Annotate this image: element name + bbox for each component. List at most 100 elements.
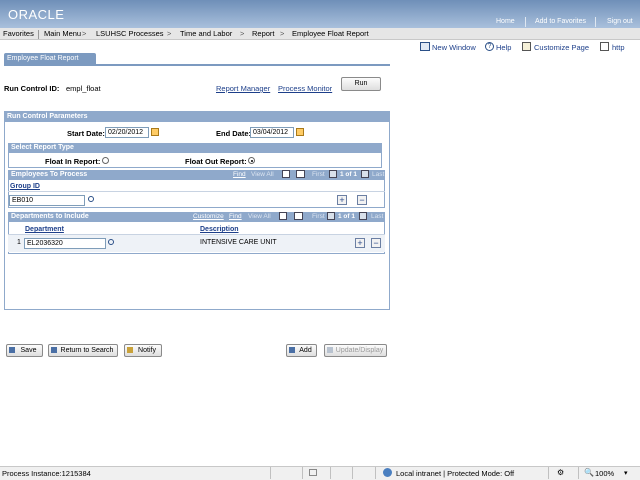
calendar-icon[interactable]: [296, 128, 304, 136]
run-control-label: Run Control ID:: [4, 84, 60, 93]
find-link[interactable]: Find: [233, 171, 246, 178]
group-id-column-header[interactable]: Group ID: [10, 183, 40, 190]
update-display-icon: [327, 347, 333, 353]
float-out-radio[interactable]: [248, 157, 255, 164]
oracle-logo: ORACLE: [8, 7, 65, 22]
run-control-parameters-panel: [4, 111, 390, 310]
view-all-link[interactable]: View All: [248, 213, 271, 220]
customize-page-icon[interactable]: [522, 42, 531, 51]
add-icon: [289, 347, 295, 353]
nav-arrow: >: [167, 29, 172, 38]
add-row-button[interactable]: +: [355, 238, 365, 248]
last-link[interactable]: Last: [372, 171, 384, 178]
last-link[interactable]: Last: [371, 213, 383, 220]
divider: [595, 17, 596, 27]
add-to-favorites-link[interactable]: Add to Favorites: [535, 18, 586, 25]
report-type-title: Select Report Type: [8, 143, 382, 153]
zoom-grid-icon[interactable]: [282, 170, 290, 178]
zoom-level[interactable]: 100%: [595, 469, 614, 478]
divider: [38, 30, 39, 39]
return-to-search-button[interactable]: Return to Search: [48, 344, 118, 357]
nav-time-and-labor[interactable]: Time and Labor: [180, 29, 232, 38]
previous-arrow-icon[interactable]: [329, 170, 337, 178]
row-count: 1 of 1: [340, 171, 357, 178]
page: ORACLE Home Add to Favorites Sign out Fa…: [0, 0, 640, 480]
first-link[interactable]: First: [312, 171, 325, 178]
globe-icon: [383, 468, 392, 477]
view-all-link[interactable]: View All: [251, 171, 274, 178]
lookup-search-icon[interactable]: [88, 196, 94, 202]
lookup-search-icon[interactable]: [108, 239, 114, 245]
divider: [548, 467, 549, 479]
nav-favorites[interactable]: Favorites: [3, 29, 34, 38]
notify-icon: [127, 347, 133, 353]
help-icon[interactable]: ?: [485, 42, 494, 51]
row-number: 1: [17, 239, 21, 246]
update-display-button[interactable]: Update/Display: [324, 344, 387, 357]
divider: [578, 467, 579, 479]
nav-report[interactable]: Report: [252, 29, 275, 38]
status-bar: [0, 466, 640, 480]
divider: [270, 467, 271, 479]
new-window-link[interactable]: New Window: [432, 43, 476, 52]
nav-arrow: >: [82, 29, 87, 38]
next-arrow-icon[interactable]: [361, 170, 369, 178]
add-row-button[interactable]: +: [337, 195, 347, 205]
nav-employee-float-report: Employee Float Report: [292, 29, 369, 38]
find-link[interactable]: Find: [229, 213, 242, 220]
nav-arrow: >: [280, 29, 285, 38]
nav-arrow: >: [240, 29, 245, 38]
start-date-input[interactable]: 02/20/2012: [105, 127, 149, 138]
float-in-radio[interactable]: [102, 157, 109, 164]
department-input[interactable]: EL2036320: [24, 238, 106, 249]
run-control-value: empl_float: [66, 84, 101, 93]
divider: [352, 467, 353, 479]
group-id-input[interactable]: EB010: [9, 195, 85, 206]
http-icon[interactable]: [600, 42, 609, 51]
report-manager-link[interactable]: Report Manager: [216, 84, 270, 93]
run-button[interactable]: Run: [341, 77, 381, 91]
department-description: INTENSIVE CARE UNIT: [200, 239, 277, 246]
customize-link[interactable]: Customize: [193, 213, 224, 220]
process-instance: Process Instance:1215384: [2, 469, 91, 478]
new-window-icon[interactable]: [420, 42, 430, 51]
department-column-header[interactable]: Department: [25, 226, 64, 233]
download-grid-icon[interactable]: [296, 170, 305, 178]
http-link[interactable]: http: [612, 43, 625, 52]
divider: [375, 467, 376, 479]
security-zone: Local intranet | Protected Mode: Off: [396, 469, 515, 478]
nav-main-menu[interactable]: Main Menu: [44, 29, 81, 38]
zoom-grid-icon[interactable]: [279, 212, 287, 220]
start-date-label: Start Date:: [67, 129, 105, 138]
process-monitor-link[interactable]: Process Monitor: [278, 84, 332, 93]
section-title: Run Control Parameters: [4, 111, 390, 122]
float-in-label: Float In Report:: [45, 157, 101, 166]
home-link[interactable]: Home: [496, 18, 515, 25]
page-icon: [309, 469, 317, 476]
end-date-input[interactable]: 03/04/2012: [250, 127, 294, 138]
delete-row-button[interactable]: −: [371, 238, 381, 248]
previous-arrow-icon[interactable]: [327, 212, 335, 220]
save-icon: [9, 347, 15, 353]
divider: [330, 467, 331, 479]
return-icon: [51, 347, 57, 353]
first-link[interactable]: First: [312, 213, 325, 220]
float-out-label: Float Out Report:: [185, 157, 247, 166]
protected-mode-icon[interactable]: ⚙: [557, 468, 564, 477]
chevron-down-icon[interactable]: ▾: [624, 469, 628, 477]
zoom-icon[interactable]: 🔍: [584, 468, 594, 477]
nav-lsuhsc-processes[interactable]: LSUHSC Processes: [96, 29, 164, 38]
divider: [302, 467, 303, 479]
sign-out-link[interactable]: Sign out: [607, 18, 633, 25]
description-column-header[interactable]: Description: [200, 226, 239, 233]
delete-row-button[interactable]: −: [357, 195, 367, 205]
calendar-icon[interactable]: [151, 128, 159, 136]
divider: [8, 191, 385, 192]
customize-page-link[interactable]: Customize Page: [534, 43, 589, 52]
next-arrow-icon[interactable]: [359, 212, 367, 220]
download-grid-icon[interactable]: [294, 212, 303, 220]
help-link[interactable]: Help: [496, 43, 511, 52]
row-count: 1 of 1: [338, 213, 355, 220]
divider: [525, 17, 526, 27]
tab-underline: [4, 64, 390, 66]
